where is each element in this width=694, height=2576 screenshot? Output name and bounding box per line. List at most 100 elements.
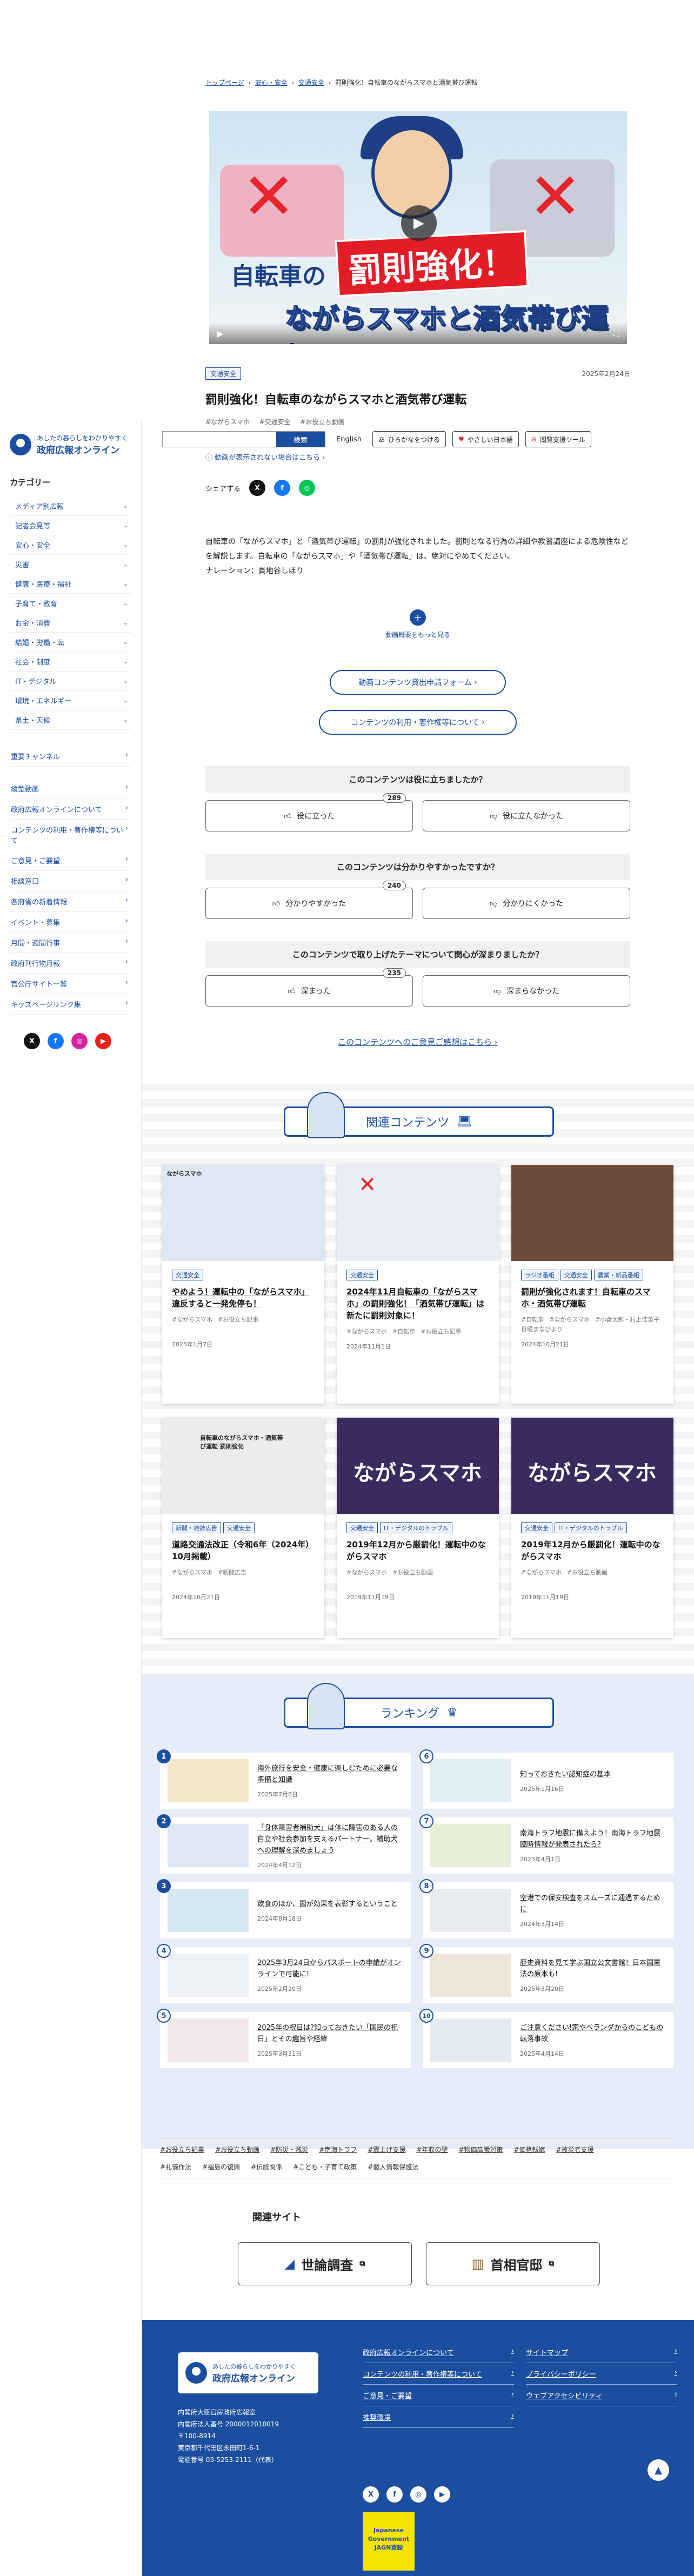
hashtag-link[interactable]: #物価高騰対策 xyxy=(458,2146,503,2154)
x-icon[interactable]: X xyxy=(363,2486,379,2503)
card-tag[interactable]: 交通安全 xyxy=(346,1270,378,1280)
related-card[interactable]: ラジオ番組 交通安全 農業・新品番組 罰則が強化されます！自転車のスマホ・酒気帯び運… xyxy=(511,1165,673,1404)
line-share-icon[interactable]: ◎ xyxy=(299,480,316,496)
ranking-item[interactable]: 5 2025年の祝日は?知っておきたい「国民の祝日」とその趣旨や経緯 2025年3月… xyxy=(157,2009,411,2068)
instagram-icon[interactable]: ◎ xyxy=(71,1033,88,1049)
card-tag[interactable]: 新聞・雑誌広告 xyxy=(172,1522,221,1533)
sidebar-link[interactable]: 重要チャンネル › xyxy=(10,746,131,767)
ranking-item[interactable]: 4 2025年3月24日からパスポートの申請がオンラインで可能に! 2025年2月2… xyxy=(157,1944,411,2003)
sidebar-category[interactable]: 結婚・労働・転 ⌄ xyxy=(10,633,131,652)
usage-terms-button[interactable]: コンテンツの利用・著作権等について › xyxy=(319,710,517,735)
footer-link[interactable]: 政府広報オンラインについて › xyxy=(363,2342,514,2363)
play-small-icon[interactable]: ▶ xyxy=(217,328,223,339)
page-top-button[interactable]: ▲ xyxy=(648,2459,669,2481)
x-share-icon[interactable]: X xyxy=(249,480,266,496)
opinion-poll-site-button[interactable]: ◢ 世論調査 ⧉ xyxy=(238,2242,412,2285)
sidebar-category[interactable]: 子育て・教育 ⌄ xyxy=(10,594,131,613)
hashtag-link[interactable]: #こども・子育て政策 xyxy=(293,2163,357,2171)
sidebar-category[interactable]: 災害 ⌄ xyxy=(10,555,131,574)
card-hashtag[interactable]: #ながらスマホ xyxy=(172,1316,212,1323)
sidebar-category[interactable]: 県土・天候 ⌄ xyxy=(10,710,131,730)
ranking-item[interactable]: 9 歴史資料を見て学ぶ国立公文書館！日本国憲法の原本も! 2025年3月20日 xyxy=(419,1944,673,2003)
hashtag-link[interactable]: #個人情報保護法 xyxy=(368,2163,418,2171)
hashtag-link[interactable]: #被災者支援 xyxy=(556,2146,594,2154)
sidebar-category[interactable]: 社会・制度 ⌄ xyxy=(10,652,131,672)
card-tag[interactable]: IT・デジタルのトラブル xyxy=(555,1522,627,1533)
sidebar-link[interactable]: キッズページリンク集 › xyxy=(10,994,131,1015)
video-player[interactable]: ✕ ✕ 自転車の 罰則強化！ ながらスマホと酒気帯び運転 ▶ ▶ ⛶ xyxy=(209,111,627,344)
ranking-item[interactable]: 3 飲食のほか、国が効果を表彰するということ 2024年8月18日 xyxy=(157,1879,411,1938)
article-tag[interactable]: 交通安全 xyxy=(205,367,242,380)
sidebar-link[interactable]: 各府省の新着情報 › xyxy=(10,891,131,912)
breadcrumb-item[interactable]: トップページ xyxy=(205,79,244,86)
sidebar-category[interactable]: 環境・エネルギー ⌄ xyxy=(10,691,131,710)
sidebar-link[interactable]: ご意見・ご要望 › xyxy=(10,850,131,871)
survey-yes-button[interactable]: 👍︎ 分かりやすかった 240 xyxy=(205,881,413,919)
ranking-item[interactable]: 6 知っておきたい認知症の基本 2025年1月16日 xyxy=(419,1749,673,1809)
survey-no-button[interactable]: 👎︎ 深まらなかった xyxy=(423,975,630,1007)
language-link[interactable]: English xyxy=(332,435,366,444)
youtube-icon[interactable]: ▶ xyxy=(434,2486,450,2503)
hashtag-link[interactable]: #お役立ち記事 xyxy=(160,2146,204,2154)
card-hashtag[interactable]: #新聞広告 xyxy=(218,1569,246,1576)
hashtag-link[interactable]: #福島の復興 xyxy=(202,2163,240,2171)
card-tag[interactable]: 交通安全 xyxy=(223,1522,255,1533)
x-icon[interactable]: X xyxy=(24,1033,40,1049)
related-card[interactable]: ながらスマホ 交通安全 やめよう！運転中の「ながらスマホ」違反すると一発免停も！… xyxy=(162,1165,324,1404)
search-input[interactable] xyxy=(163,432,276,447)
card-hashtag[interactable]: #自転車 xyxy=(392,1328,415,1335)
ranking-item[interactable]: 7 南海トラフ地震に備えよう！南海トラフ地震臨時情報が発表されたら? 2025年4月… xyxy=(419,1814,673,1874)
sidebar-link[interactable]: 月間・週間行事 › xyxy=(10,933,131,953)
furigana-button[interactable]: あひらがなをつける xyxy=(372,431,446,447)
card-tag[interactable]: 交通安全 xyxy=(172,1270,203,1280)
survey-yes-button[interactable]: 👍︎ 深まった 235 xyxy=(205,968,413,1007)
sidebar-link[interactable]: イベント・募集 › xyxy=(10,912,131,933)
hashtag-link[interactable]: #防災・減災 xyxy=(270,2146,308,2154)
facebook-icon[interactable]: f xyxy=(48,1033,64,1049)
instagram-icon[interactable]: ◎ xyxy=(410,2486,426,2503)
facebook-icon[interactable]: f xyxy=(386,2486,403,2503)
loan-form-button[interactable]: 動画コンテンツ貸出申請フォーム › xyxy=(330,670,506,695)
registration-badge[interactable]: Japanese Government JAGN登録 xyxy=(363,2512,415,2571)
hashtag-link[interactable]: #伝統関係 xyxy=(251,2163,282,2171)
footer-link[interactable]: 推奨環境 › xyxy=(363,2406,514,2428)
fullscreen-icon[interactable]: ⛶ xyxy=(613,328,619,339)
sidebar-link[interactable]: 政府刊行物月報 › xyxy=(10,953,131,974)
easy-japanese-button[interactable]: ♥ やさしい日本語 xyxy=(452,431,519,447)
related-card[interactable]: 自転車のながらスマホ・酒気帯び運転 罰則強化 新聞・雑誌広告 交通安全 道路交通法… xyxy=(162,1418,324,1638)
footer-link[interactable]: プライバシーポリシー › xyxy=(526,2363,677,2385)
sidebar-category[interactable]: 記者会見等 ⌄ xyxy=(10,516,131,535)
hashtag-link[interactable]: #礼儀作法 xyxy=(160,2163,191,2171)
sidebar-category[interactable]: IT・デジタル ⌄ xyxy=(10,672,131,691)
card-hashtag[interactable]: #お役立ち記事 xyxy=(421,1328,461,1335)
hashtag-link[interactable]: #ながらスマホ xyxy=(205,418,250,426)
search-button[interactable]: 検索 xyxy=(276,432,325,447)
sidebar-link[interactable]: コンテンツの利用・著作権等について › xyxy=(10,820,131,850)
card-hashtag[interactable]: #ながらスマホ xyxy=(172,1569,212,1576)
sidebar-category[interactable]: お金・消費 ⌄ xyxy=(10,613,131,633)
survey-yes-button[interactable]: 👍︎ 役に立った 289 xyxy=(205,793,413,831)
hashtag-link[interactable]: #お役立ち動画 xyxy=(215,2146,259,2154)
ranking-item[interactable]: 1 海外旅行を安全・健康に楽しむために必要な準備と知識 2025年7月8日 xyxy=(157,1749,411,1809)
card-hashtag[interactable]: #ながらスマホ xyxy=(346,1569,387,1576)
video-help-link[interactable]: ⓘ 動画が表示されない場合はこちら › xyxy=(205,452,325,462)
card-hashtag[interactable]: #お役立ち記事 xyxy=(218,1316,258,1323)
hashtag-link[interactable]: #価格転嫁 xyxy=(513,2146,545,2154)
footer-link[interactable]: サイトマップ › xyxy=(526,2342,677,2363)
related-card[interactable]: ✕ 交通安全 2024年11月自転車の「ながらスマホ」の罰則強化！「酒気帯び運転… xyxy=(337,1165,499,1404)
card-hashtag[interactable]: #ながらスマホ xyxy=(549,1316,590,1323)
sidebar-link[interactable]: 官公庁サイト一覧 › xyxy=(10,974,131,994)
sidebar-category[interactable]: メディア別広報 ⌄ xyxy=(10,497,131,516)
survey-no-button[interactable]: 👎︎ 分かりにくかった xyxy=(423,888,630,919)
survey-no-button[interactable]: 👎︎ 役に立たなかった xyxy=(423,800,630,831)
show-more-button[interactable]: + 動画概要をもっと見る xyxy=(384,609,452,639)
card-hashtag[interactable]: #自転車 xyxy=(521,1316,544,1323)
sidebar-category[interactable]: 安心・安全 ⌄ xyxy=(10,535,131,555)
card-hashtag[interactable]: #お役立ち動画 xyxy=(392,1569,433,1576)
footer-link[interactable]: コンテンツの利用・著作権等について › xyxy=(363,2363,514,2385)
related-card[interactable]: ながらスマホ 交通安全 IT・デジタルのトラブル 2019年12月から厳罰化！運転… xyxy=(511,1418,673,1638)
sidebar-link[interactable]: 相談窓口 › xyxy=(10,871,131,891)
sidebar-category[interactable]: 健康・医療・福祉 ⌄ xyxy=(10,574,131,594)
card-tag[interactable]: 農業・新品番組 xyxy=(593,1270,643,1280)
card-tag[interactable]: IT・デジタルのトラブル xyxy=(380,1522,452,1533)
